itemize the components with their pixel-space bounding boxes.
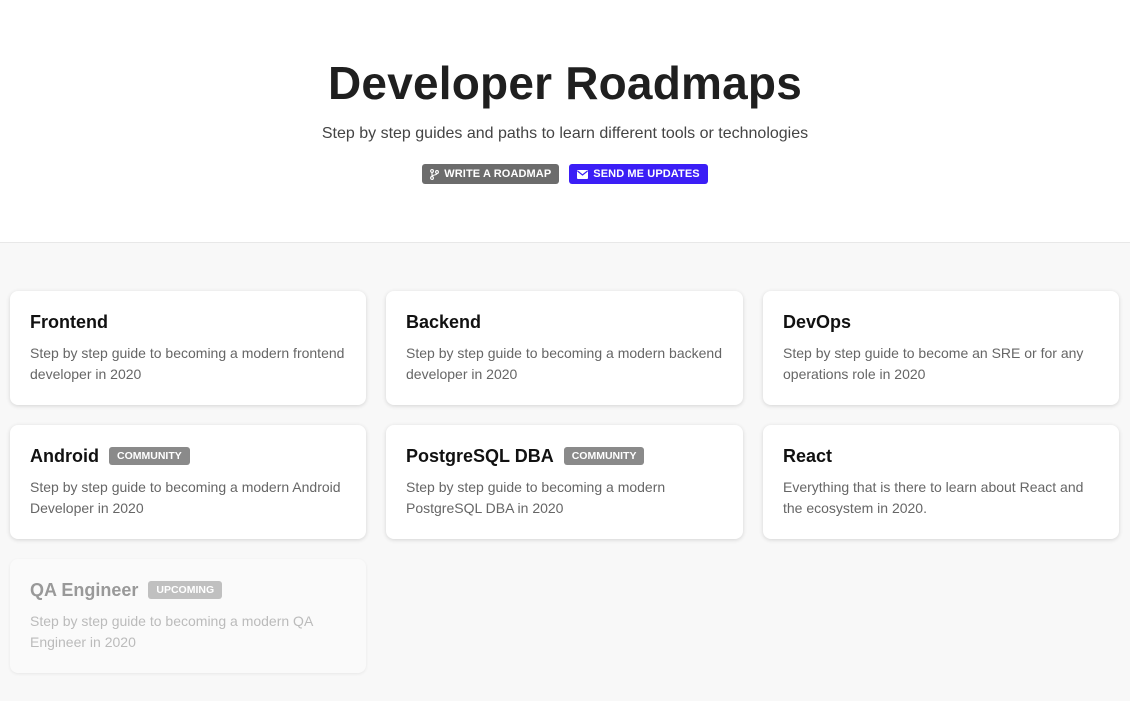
hero-header: Developer Roadmaps Step by step guides a… [0,0,1130,243]
roadmap-card-devops[interactable]: DevOps Step by step guide to become an S… [763,291,1119,405]
roadmap-card-postgresql-dba[interactable]: PostgreSQL DBA COMMUNITY Step by step gu… [386,425,743,539]
card-title: Android [30,445,99,466]
roadmap-card-react[interactable]: React Everything that is there to learn … [763,425,1119,539]
community-badge: COMMUNITY [563,447,645,465]
card-description: Step by step guide to become an SRE or f… [783,345,1084,382]
card-title: React [783,445,833,466]
card-title: Backend [406,311,482,332]
send-updates-label: SEND ME UPDATES [593,168,700,180]
write-roadmap-label: WRITE A ROADMAP [444,168,552,180]
upcoming-badge: UPCOMING [148,581,223,599]
card-description: Step by step guide to becoming a modern … [406,345,722,382]
community-badge: COMMUNITY [109,447,190,465]
roadmaps-section: Frontend Step by step guide to becoming … [0,243,1130,701]
card-title: DevOps [783,311,852,332]
page-subtitle: Step by step guides and paths to learn d… [321,125,809,142]
roadmap-card-qa-engineer: QA Engineer UPCOMING Step by step guide … [10,559,366,673]
roadmap-card-frontend[interactable]: Frontend Step by step guide to becoming … [10,291,366,405]
card-description: Step by step guide to becoming a modern … [30,479,341,516]
write-roadmap-button[interactable]: WRITE A ROADMAP [422,164,560,184]
git-branch-icon [430,168,440,180]
roadmap-card-android[interactable]: Android COMMUNITY Step by step guide to … [10,425,366,539]
card-description: Step by step guide to becoming a modern … [30,345,345,382]
card-title: Frontend [30,311,108,332]
send-updates-button[interactable]: SEND ME UPDATES [569,164,708,184]
roadmap-grid: Frontend Step by step guide to becoming … [10,291,1120,673]
roadmap-card-backend[interactable]: Backend Step by step guide to becoming a… [386,291,743,405]
hero-actions: WRITE A ROADMAP SEND ME UPDATES [0,164,1130,184]
page-title: Developer Roadmaps [328,57,802,109]
card-description: Step by step guide to becoming a modern … [406,479,666,516]
envelope-icon [577,169,589,179]
card-title: PostgreSQL DBA [406,445,554,466]
card-description: Step by step guide to becoming a modern … [30,613,313,650]
card-title: QA Engineer [30,579,139,600]
card-description: Everything that is there to learn about … [783,479,1084,516]
